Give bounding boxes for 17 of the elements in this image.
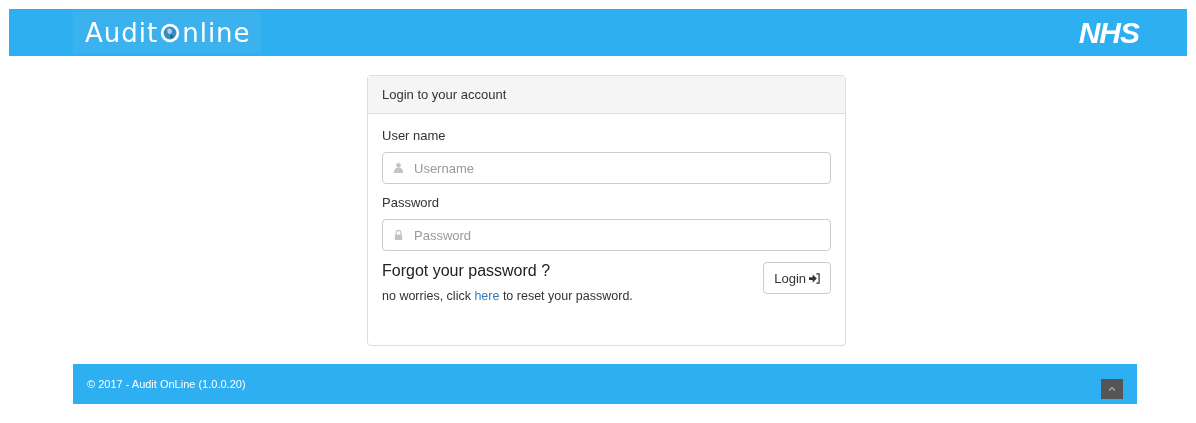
footer-text: © 2017 - Audit OnLine (1.0.0.20) [87,378,246,390]
field-label: User name [382,128,447,143]
forgot-heading: Forgot your password ? [382,262,552,280]
username-field[interactable]: Username [382,152,831,184]
password-field[interactable]: Password [382,219,831,251]
sign-in-icon [809,272,820,284]
reset-text: no worries, click here to reset your password. [382,289,633,303]
logo-text: nline [182,17,251,48]
caret-icon [1107,384,1117,394]
field-label: Password [382,195,441,210]
globe-icon [159,21,182,44]
logo-text: Audit [85,17,159,48]
login-button[interactable]: Login [763,262,831,294]
scroll-top-button[interactable] [1101,379,1123,399]
panel-title: Login to your account [368,76,845,114]
reset-link[interactable]: here [474,289,500,303]
brand-logo: NHS [1078,15,1139,50]
